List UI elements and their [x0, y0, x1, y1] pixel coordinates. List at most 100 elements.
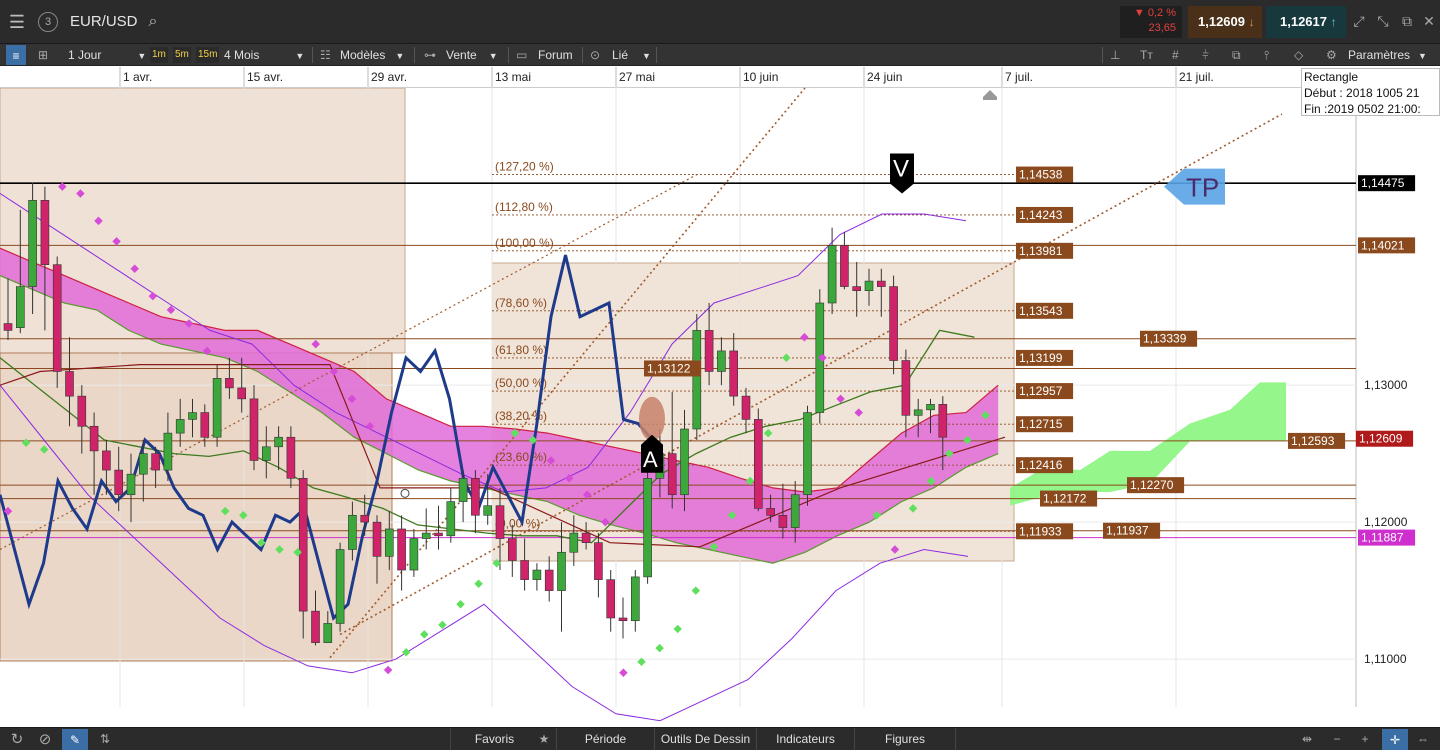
y-tick-label: 1,12000 [1364, 515, 1408, 529]
candle-body [52, 264, 62, 372]
candle-body [483, 505, 493, 516]
notification-badge[interactable]: 3 [38, 12, 58, 32]
candle-body [729, 350, 739, 397]
hamburger-icon[interactable]: ☰ [4, 0, 30, 44]
candle-body [766, 508, 775, 516]
toolbar-divider [312, 47, 313, 63]
link-icon: ⊙ [590, 48, 601, 62]
candles-icon[interactable]: ⫩ [1202, 44, 1209, 66]
chevron-down-icon: ▼ [488, 51, 498, 61]
figures-tab[interactable]: Figures [854, 728, 956, 750]
candle-body [102, 450, 111, 471]
change-points: 23,65 [1148, 22, 1176, 34]
refresh-icon[interactable]: ↻ [6, 728, 28, 750]
candle-body [569, 532, 579, 553]
candle-body [212, 378, 222, 438]
price-chart[interactable]: 1 avr. 15 avr. 29 avr. 13 mai 27 mai 10 juin 2… [0, 67, 1440, 727]
sell-label: Vente [446, 48, 477, 62]
level-price-label: 1,12593 [1291, 434, 1335, 448]
grid-view-icon[interactable]: ⊞ [38, 44, 48, 66]
gear-icon: ⚙ [1326, 48, 1337, 62]
level-price-label: 1,12172 [1043, 492, 1087, 506]
change-percent: ▼ 0,2 % [1133, 7, 1176, 19]
star-icon[interactable]: ★ [534, 728, 554, 750]
forum-button[interactable]: Forum [538, 44, 573, 66]
x-tick-label: 10 juin [743, 70, 778, 84]
candle-body [753, 419, 763, 509]
indicators-tab[interactable]: Indicateurs [756, 728, 854, 750]
eraser-icon[interactable]: ◇ [1294, 44, 1303, 66]
popout-icon[interactable]: ⧉ [1396, 10, 1418, 32]
candle-body [507, 538, 517, 561]
period-tab[interactable]: Période [556, 728, 654, 750]
period-label: 4 Mois [224, 48, 260, 62]
settings-select[interactable]: Paramètres ▼ [1348, 44, 1427, 67]
rectangle-info-tooltip: Rectangle Début : 2018 1005 21 Fin :2019… [1301, 68, 1440, 116]
buy-price-button[interactable]: 1,12617 ↑ [1266, 6, 1346, 38]
candle-body [163, 432, 173, 471]
fit-icon[interactable]: ⇔ [1410, 728, 1436, 750]
parabolic-sar-dot [420, 630, 429, 639]
close-icon[interactable]: ✕ [1418, 10, 1440, 32]
candle-body [188, 412, 197, 420]
x-axis-band [0, 67, 1440, 87]
drawing-tools-tab[interactable]: Outils De Dessin [654, 728, 756, 750]
move-icon[interactable]: ⇹ [1296, 728, 1318, 750]
crosshair-icon[interactable]: ✛ [1382, 729, 1408, 750]
text-size-icon[interactable]: Tт [1140, 44, 1153, 66]
fib-price-label: 1,14538 [1019, 168, 1063, 182]
candle-body [446, 501, 456, 537]
candle-body [126, 473, 136, 496]
linked-select[interactable]: Lié ▼ [612, 44, 651, 67]
level-price-label: 1,13339 [1143, 332, 1187, 346]
symbol-label[interactable]: EUR/USD [70, 0, 138, 44]
candle-body [421, 532, 431, 539]
timeframe-5m-button[interactable]: 5m [173, 47, 191, 63]
grid-icon[interactable]: # [1172, 44, 1179, 66]
pencil-icon[interactable]: ✎ [62, 729, 88, 750]
sell-price-button[interactable]: 1,12609 ↓ [1188, 6, 1262, 38]
toolbar-divider [656, 47, 657, 63]
candle-body [200, 412, 210, 438]
chevron-down-icon: ▼ [1418, 51, 1427, 61]
candle-body [704, 330, 714, 372]
candle-body [261, 446, 271, 461]
y-tick-label: 1,13000 [1364, 378, 1408, 392]
favorites-tab[interactable]: Favoris [450, 728, 538, 750]
fib-price-label: 1,12416 [1019, 458, 1063, 472]
crosshair-tool-icon[interactable]: ⊥ [1110, 44, 1120, 66]
zoom-out-icon[interactable]: − [1326, 728, 1348, 750]
candle-body [28, 199, 37, 287]
timeframe-select[interactable]: 1 Jour ▼ [68, 44, 146, 67]
info-end: Fin :2019 0502 21:00: [1304, 102, 1421, 116]
bottom-bar: ↻ ⊘ ✎ ⇅ Favoris ★ Période Outils De Dess… [0, 727, 1440, 750]
marker-a-label: A [643, 447, 658, 472]
parabolic-sar-dot [474, 579, 483, 588]
bid-price: 1,12609 [1198, 14, 1245, 29]
expand-icon[interactable]: ⤢ [1348, 10, 1370, 32]
list-view-icon[interactable]: ≡ [6, 45, 26, 65]
shrink-icon[interactable]: ⤡ [1372, 10, 1394, 32]
period-select[interactable]: 4 Mois ▼ [224, 44, 304, 67]
templates-select[interactable]: Modèles ▼ [340, 44, 404, 67]
top-bar: ☰ 3 EUR/USD ⌕ ▼ 0,2 % 23,65 1,12609 ↓ 1,… [0, 0, 1440, 44]
copy-icon[interactable]: ⧉ [1232, 44, 1241, 66]
house-icon [983, 90, 997, 100]
zoom-in-icon[interactable]: + [1354, 728, 1376, 750]
candle-body [114, 469, 123, 496]
candle-body [926, 404, 935, 411]
search-icon[interactable]: ⌕ [142, 0, 164, 44]
candle-body [876, 280, 886, 287]
disable-icon[interactable]: ⊘ [34, 728, 56, 750]
sell-select[interactable]: Vente ▼ [446, 44, 498, 67]
parabolic-sar-dot [401, 647, 411, 657]
candle-body [89, 425, 99, 452]
candle-body [3, 323, 13, 331]
indicator-icon[interactable]: ⫯ [1264, 44, 1269, 66]
candle-body [520, 560, 529, 580]
timeframe-15m-button[interactable]: 15m [196, 47, 220, 63]
candle-body [717, 350, 726, 372]
timeframe-1m-button[interactable]: 1m [150, 47, 168, 63]
tool-arrows-icon[interactable]: ⇅ [94, 728, 116, 750]
level-price-label: 1,13122 [647, 361, 691, 375]
